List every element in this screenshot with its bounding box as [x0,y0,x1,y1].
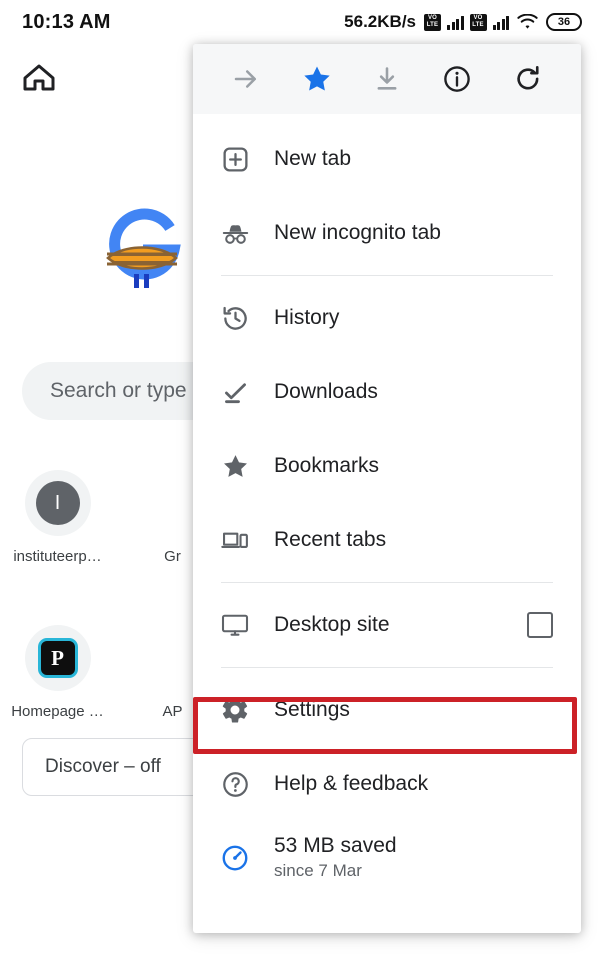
menu-item-label: Help & feedback [274,772,429,795]
menu-item-label: Recent tabs [274,528,387,551]
menu-item-new-tab[interactable]: New tab [193,122,581,196]
data-saver-title: 53 MB saved [274,834,397,857]
desktop-monitor-icon [215,610,255,640]
favicon-homepage: P [24,625,91,691]
battery-icon: 36 [546,13,582,31]
incognito-icon [215,218,255,249]
menu-toolbar [193,44,581,114]
menu-item-label: Bookmarks [274,454,380,477]
volte-icon-2-top: VO [473,15,483,21]
volte-icon-bottom: LTE [426,22,439,28]
help-question-icon [215,770,255,799]
signal-bars-icon-2 [492,15,509,30]
data-saver-gauge-icon [215,843,255,873]
volte-icon-2: VO LTE [469,13,487,31]
google-g-doodle-with-mask [98,202,186,296]
volte-icon-top: VO [427,15,438,21]
home-icon[interactable] [22,62,56,92]
phone-screen: 10:13 AM 56.2KB/s VO LTE VO LTE 36 Searc… [0,0,600,962]
menu-item-bookmarks[interactable]: Bookmarks [193,429,581,503]
menu-divider-1 [221,275,553,276]
shortcut-label-2: Gr [164,548,181,565]
menu-item-label: History [274,306,340,329]
recent-tabs-devices-icon [215,525,255,555]
search-placeholder: Search or type [50,379,187,402]
reload-icon[interactable] [504,55,552,103]
volte-icon-2-bottom: LTE [472,22,484,28]
menu-item-label: New tab [274,147,352,170]
bookmark-star-icon [215,452,255,481]
shortcut-label-3: Homepage … [11,703,104,720]
menu-item-label: Desktop site [274,613,390,636]
status-bar: 10:13 AM 56.2KB/s VO LTE VO LTE 36 [0,0,600,44]
menu-divider-3 [221,667,553,668]
menu-item-data-saver[interactable]: 53 MB saved since 7 Mar [193,821,581,895]
info-icon[interactable] [433,55,481,103]
discover-chip-label: Discover – off [45,756,161,777]
shortcut-label: instituteerp… [13,548,102,565]
wifi-icon [517,14,538,30]
shortcut-tile-instituteerp[interactable]: I instituteerp… [0,470,115,565]
menu-item-downloads[interactable]: Downloads [193,355,581,429]
menu-item-history[interactable]: History [193,281,581,355]
desktop-site-checkbox[interactable] [527,612,553,638]
history-clock-icon [215,304,255,333]
network-speed-text: 56.2KB/s [344,12,416,31]
downloads-check-icon [215,378,255,407]
new-tab-plus-icon [215,145,255,174]
menu-item-settings[interactable]: Settings [193,673,581,747]
data-saver-text: 53 MB saved since 7 Mar [274,833,397,883]
data-saver-subtitle: since 7 Mar [274,861,362,880]
chrome-overflow-menu: New tab New incognito tab History Downlo… [193,44,581,933]
menu-item-label: Downloads [274,380,378,403]
menu-item-label: New incognito tab [274,221,441,244]
menu-item-desktop-site[interactable]: Desktop site [193,588,581,662]
favicon-instituteerp: I [24,470,91,536]
shortcut-label-4: AP [162,703,183,720]
menu-item-help-feedback[interactable]: Help & feedback [193,747,581,821]
menu-items-list: New tab New incognito tab History Downlo… [193,114,581,895]
favicon-letter: I [35,481,80,525]
gear-icon [215,695,255,725]
menu-divider-2 [221,582,553,583]
forward-arrow-icon[interactable] [222,55,270,103]
shortcut-tile-homepage[interactable]: P Homepage … [0,625,115,720]
signal-bars-icon [447,15,464,30]
status-time: 10:13 AM [22,10,111,33]
download-icon[interactable] [363,55,411,103]
menu-item-recent-tabs[interactable]: Recent tabs [193,503,581,577]
menu-item-new-incognito-tab[interactable]: New incognito tab [193,196,581,270]
volte-icon: VO LTE [424,13,441,31]
star-icon[interactable] [293,55,341,103]
menu-item-label: Settings [274,698,350,721]
status-indicators: 56.2KB/s VO LTE VO LTE 36 [344,12,582,32]
favicon-letter-p: P [37,638,78,678]
